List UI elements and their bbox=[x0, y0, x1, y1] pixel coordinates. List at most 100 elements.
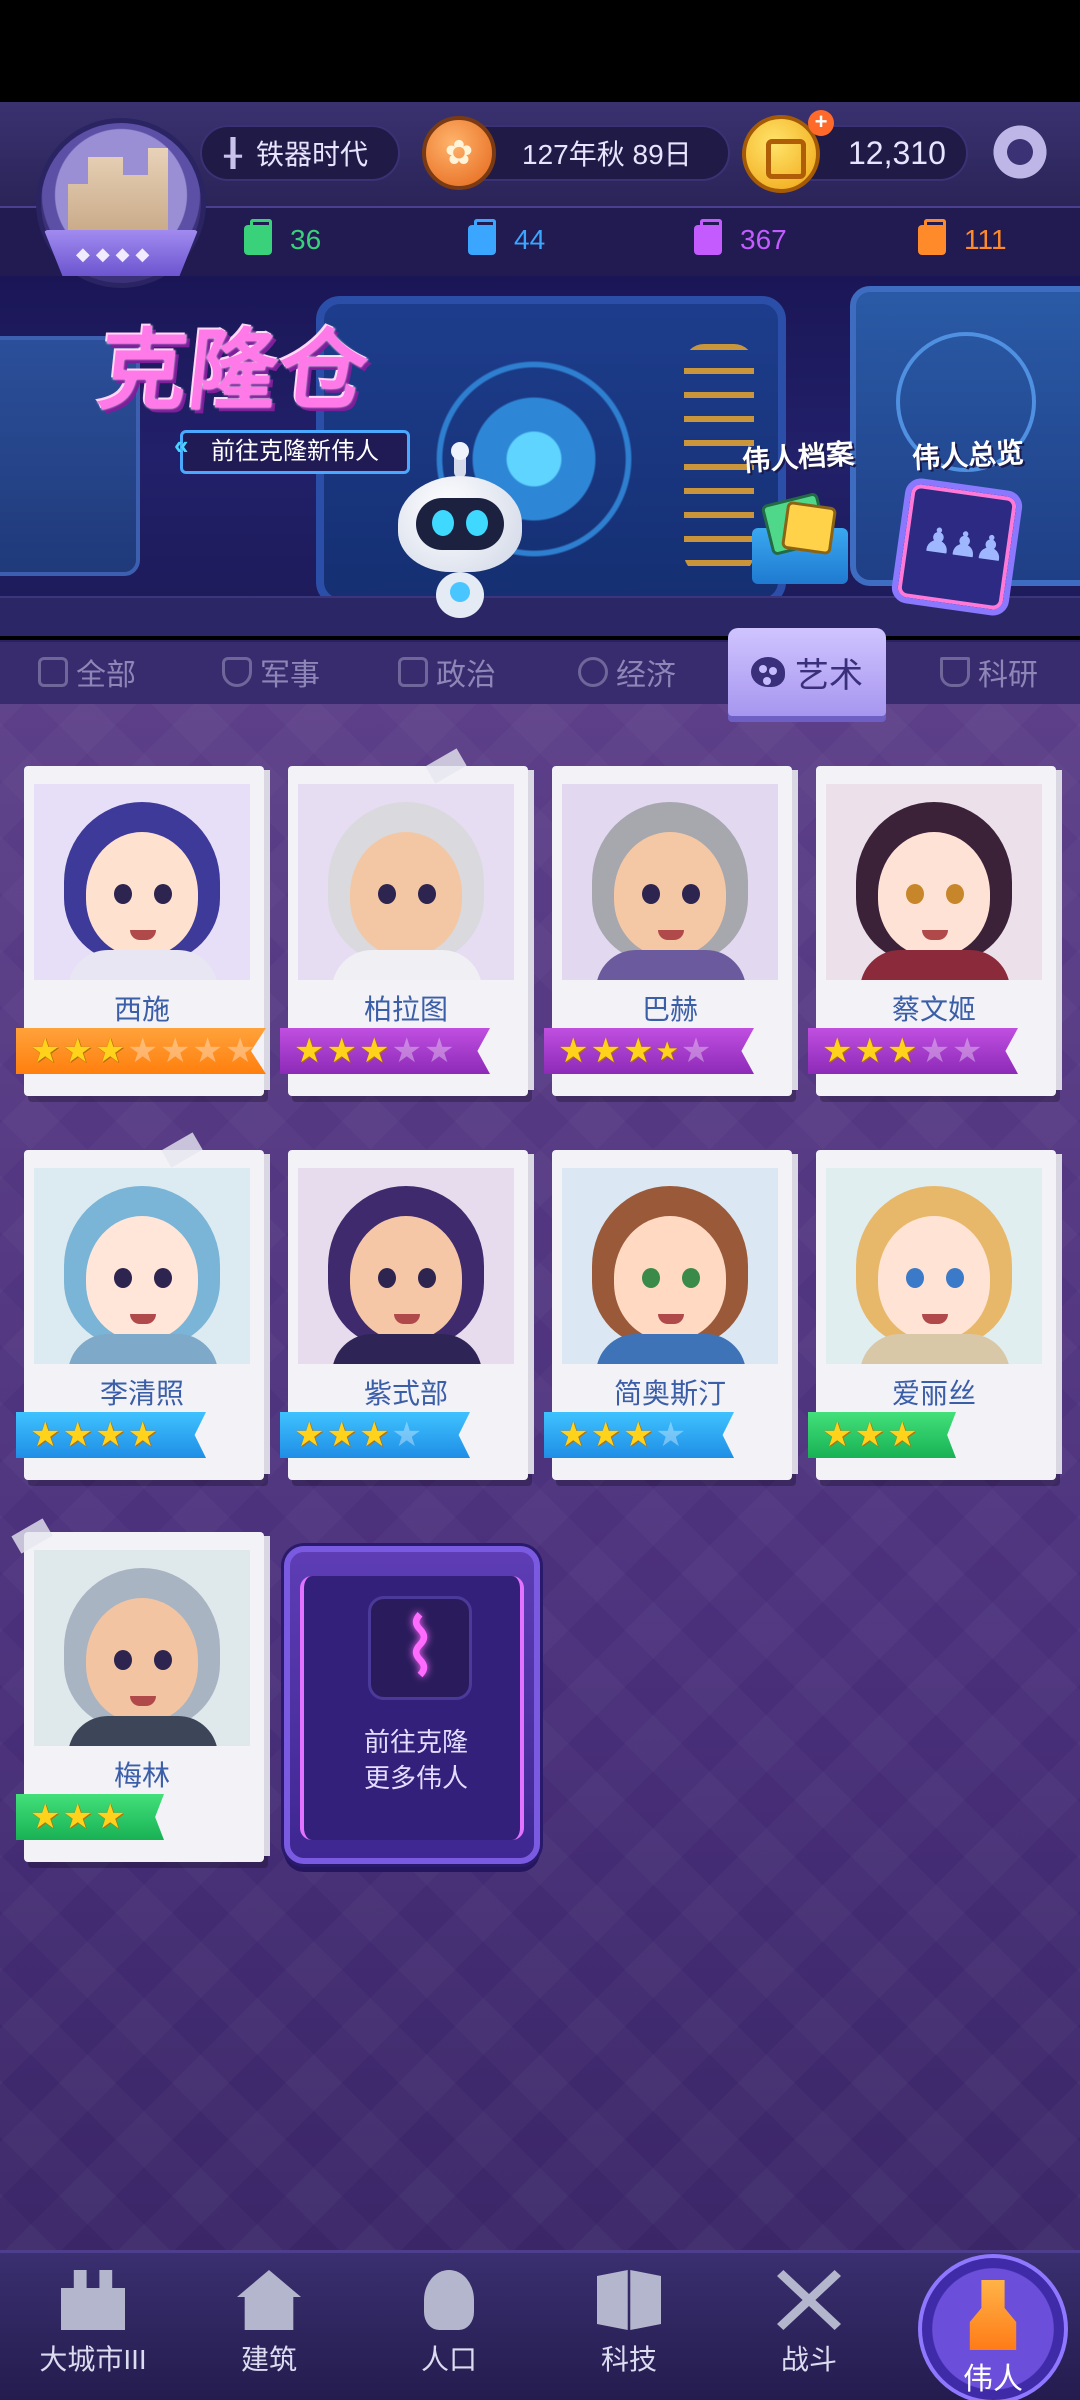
nav-technology[interactable]: 科技 bbox=[554, 2266, 704, 2396]
portrait-clothes bbox=[596, 1334, 746, 1364]
portrait-clothes bbox=[68, 1334, 218, 1364]
hero-card-jane-austen[interactable]: 简奥斯汀 ★ ★ ★ ★ bbox=[544, 1150, 798, 1480]
shield-icon bbox=[222, 657, 252, 687]
clone-more-heroes-card[interactable]: 前往克隆 更多伟人 bbox=[284, 1546, 540, 1864]
blue-box-icon bbox=[468, 219, 496, 255]
player-avatar[interactable]: ◆◆◆◆ bbox=[36, 118, 206, 288]
resource-green[interactable]: 36 bbox=[244, 218, 321, 262]
resource-purple[interactable]: 367 bbox=[694, 218, 787, 262]
hero-portrait bbox=[34, 1550, 250, 1746]
portrait-eye bbox=[114, 884, 132, 904]
star-rating: ★ ★ ★ ★ ★ bbox=[544, 1028, 754, 1074]
portrait-eye bbox=[642, 1268, 660, 1288]
nav-buildings[interactable]: 建筑 bbox=[194, 2266, 344, 2396]
house-icon bbox=[237, 2270, 301, 2330]
add-coins-button[interactable]: + bbox=[808, 110, 834, 136]
go-clone-button[interactable]: 前往克隆新伟人 bbox=[180, 430, 410, 474]
nav-big-city[interactable]: 大城市III bbox=[18, 2266, 168, 2396]
portrait-eye bbox=[114, 1268, 132, 1288]
portrait-clothes bbox=[332, 1334, 482, 1364]
tab-research-label: 科研 bbox=[978, 659, 1038, 692]
hero-card-plato[interactable]: 柏拉图 ★ ★ ★ ★ ★ bbox=[280, 748, 534, 1096]
robot-body bbox=[436, 572, 484, 618]
tab-research[interactable]: 科研 bbox=[940, 650, 1038, 694]
grid-icon bbox=[38, 657, 68, 687]
tab-politics-label: 政治 bbox=[436, 659, 496, 692]
nav-population[interactable]: 人口 bbox=[374, 2266, 524, 2396]
hero-card-caiwenji[interactable]: 蔡文姬 ★ ★ ★ ★ ★ bbox=[808, 766, 1062, 1096]
hero-name: 柏拉图 bbox=[363, 994, 448, 1025]
statue-icon bbox=[969, 2280, 1017, 2350]
hero-name: 巴赫 bbox=[641, 994, 698, 1025]
tab-all-label: 全部 bbox=[76, 659, 136, 692]
clone-card-inner: 前往克隆 更多伟人 bbox=[300, 1576, 524, 1840]
robot-mascot[interactable] bbox=[398, 442, 522, 578]
portrait-eye bbox=[682, 884, 700, 904]
star-rating: ★ ★ ★ ★ bbox=[16, 1412, 206, 1458]
hero-card-liqingzhao[interactable]: 李清照 ★ ★ ★ ★ bbox=[16, 1132, 270, 1480]
yellow-file-icon bbox=[780, 500, 838, 556]
hero-name: 爱丽丝 bbox=[891, 1378, 976, 1409]
hero-card-xishi[interactable]: 西施 ★ ★ ★ ★ ★ ★ ★ bbox=[16, 766, 270, 1096]
portrait-eye bbox=[418, 884, 436, 904]
tab-economy[interactable]: 经济 bbox=[578, 650, 676, 694]
star-rating: ★ ★ ★ ★ bbox=[280, 1412, 470, 1458]
hero-portrait bbox=[562, 784, 778, 980]
person-icon bbox=[424, 2270, 474, 2330]
robot-eye-right bbox=[466, 510, 488, 536]
hero-overview-label[interactable]: 伟人总览 bbox=[911, 431, 1025, 477]
star-rating: ★ ★ ★ ★ ★ ★ ★ bbox=[16, 1028, 266, 1074]
double-chevron-left-icon: « bbox=[174, 430, 189, 460]
tab-all[interactable]: 全部 bbox=[38, 650, 136, 694]
portrait-eye bbox=[378, 884, 396, 904]
hero-portrait bbox=[34, 1168, 250, 1364]
hero-portrait bbox=[34, 784, 250, 980]
hero-overview-button[interactable] bbox=[889, 476, 1025, 618]
castle-icon bbox=[61, 2270, 125, 2330]
book-icon bbox=[597, 2270, 661, 2330]
portrait-eye bbox=[946, 884, 964, 904]
tab-art-label: 艺术 bbox=[795, 656, 863, 695]
hero-archive-label[interactable]: 伟人档案 bbox=[741, 432, 856, 480]
hero-card-murasaki[interactable]: 紫式部 ★ ★ ★ ★ bbox=[280, 1150, 534, 1480]
hero-name: 蔡文姬 bbox=[891, 994, 976, 1025]
hero-portrait bbox=[298, 784, 514, 980]
clone-card-line1: 前往克隆 bbox=[363, 1727, 468, 1757]
tab-politics[interactable]: 政治 bbox=[398, 650, 496, 694]
star-rating: ★ ★ ★ bbox=[808, 1412, 956, 1458]
nav-heroes-label: 伟人 bbox=[963, 2363, 1023, 2396]
hero-card-merlin[interactable]: 梅林 ★ ★ ★ bbox=[11, 1518, 270, 1862]
star-rating: ★ ★ ★ ★ ★ bbox=[280, 1028, 490, 1074]
nav-battle-label: 战斗 bbox=[780, 2344, 837, 2375]
portrait-clothes bbox=[860, 1334, 1010, 1364]
era-display[interactable]: 铁器时代 bbox=[200, 125, 400, 181]
nav-buildings-label: 建筑 bbox=[240, 2344, 297, 2375]
hero-card-bach[interactable]: 巴赫 ★ ★ ★ ★ ★ bbox=[544, 766, 798, 1096]
nav-big-city-label: 大城市III bbox=[39, 2344, 147, 2375]
flask-icon bbox=[940, 657, 970, 687]
nav-battle[interactable]: 战斗 bbox=[734, 2266, 884, 2396]
hero-archive-button[interactable] bbox=[752, 491, 848, 584]
hero-name: 李清照 bbox=[99, 1378, 184, 1409]
hero-card-alice[interactable]: 爱丽丝 ★ ★ ★ bbox=[808, 1150, 1062, 1480]
portrait-eye bbox=[154, 1268, 172, 1288]
portrait-beard bbox=[332, 950, 482, 980]
resource-blue[interactable]: 44 bbox=[468, 218, 545, 262]
settings-gear-icon[interactable] bbox=[990, 116, 1050, 189]
portrait-eye bbox=[946, 1268, 964, 1288]
resource-orange[interactable]: 111 bbox=[918, 218, 1007, 262]
clone-card-text: 前往克隆 更多伟人 bbox=[304, 1724, 528, 1796]
portrait-face bbox=[350, 832, 462, 956]
hero-name: 梅林 bbox=[113, 1760, 170, 1791]
game-date: 127年秋 89日 bbox=[522, 139, 692, 170]
nav-heroes[interactable]: 伟人 bbox=[918, 2254, 1068, 2400]
tab-art[interactable]: 艺术 bbox=[728, 628, 886, 716]
tab-military-label: 军事 bbox=[260, 659, 320, 692]
category-tabs bbox=[0, 640, 1080, 704]
portrait-eye bbox=[114, 1650, 132, 1670]
robot-face bbox=[416, 498, 504, 550]
tab-military[interactable]: 军事 bbox=[222, 650, 320, 694]
clone-card-line2: 更多伟人 bbox=[363, 1763, 468, 1793]
era-label: 铁器时代 bbox=[256, 139, 369, 170]
hero-portrait bbox=[562, 1168, 778, 1364]
